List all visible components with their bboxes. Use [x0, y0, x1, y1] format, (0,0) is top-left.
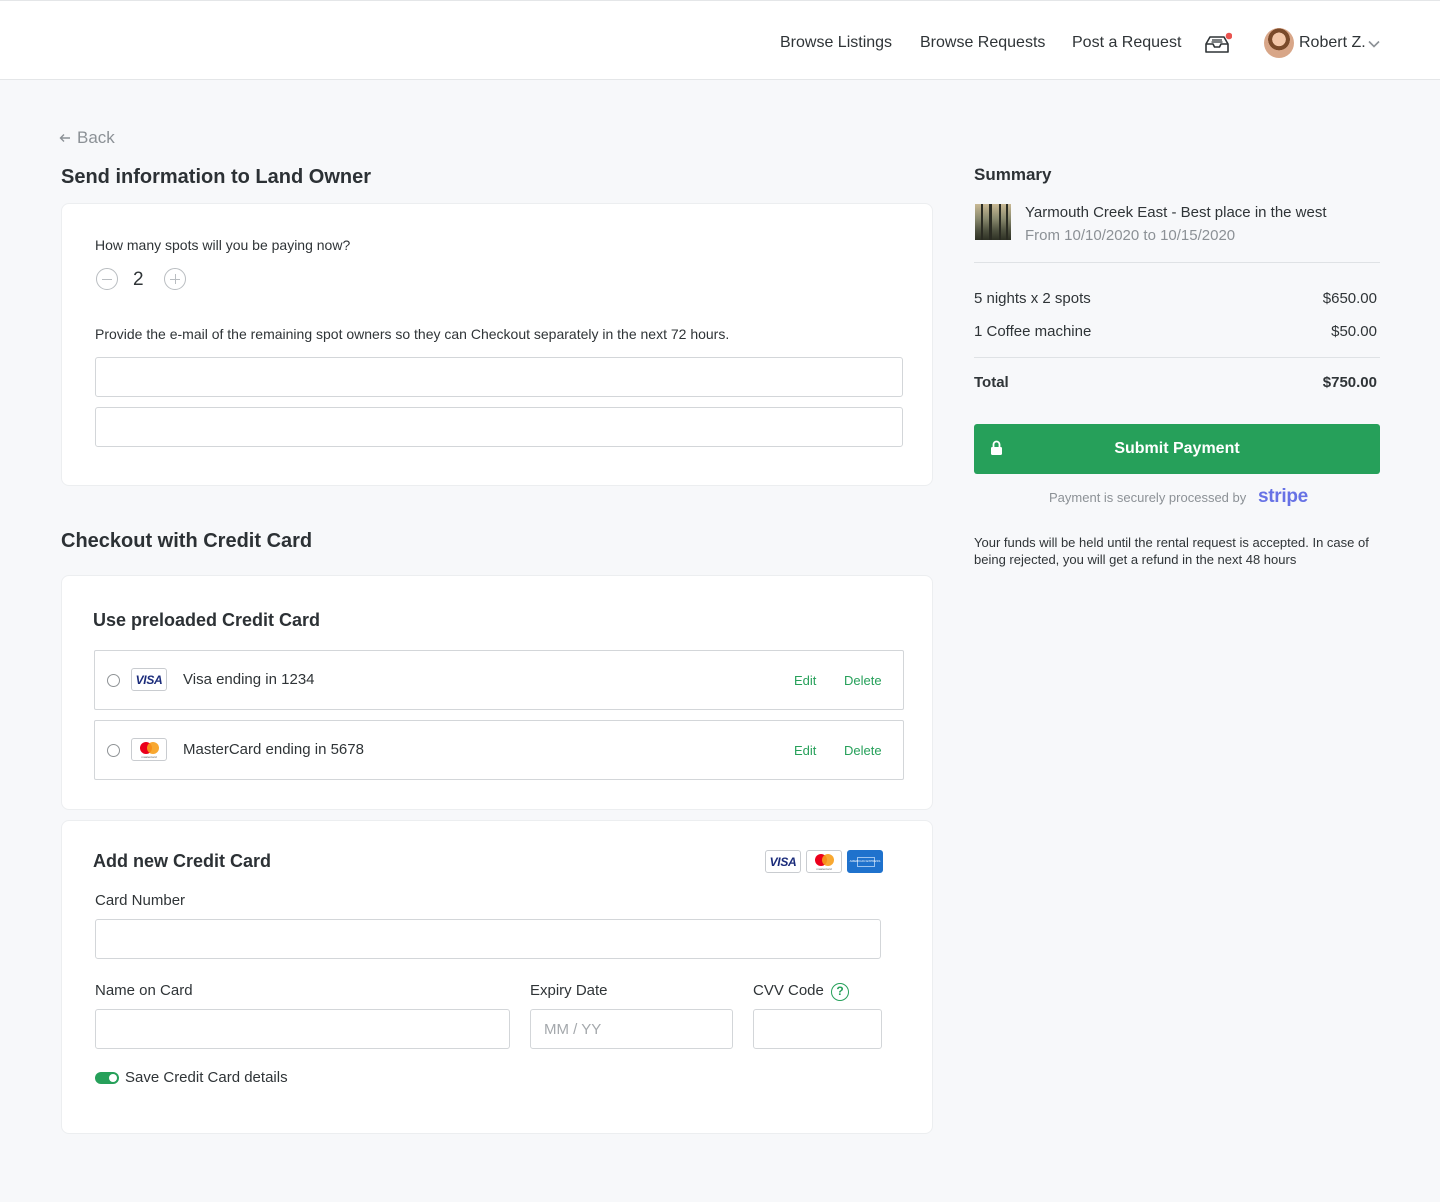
line-item-label: 1 Coffee machine: [974, 323, 1092, 340]
back-label: Back: [77, 128, 115, 147]
saved-card-row[interactable]: VISA Visa ending in 1234 Edit Delete: [94, 650, 904, 710]
delete-card-button[interactable]: Delete: [844, 673, 882, 688]
emails-prompt: Provide the e-mail of the remaining spot…: [95, 326, 730, 342]
add-card-card: Add new Credit Card VISA mastercard AMER…: [61, 820, 933, 1134]
name-on-card-input[interactable]: [95, 1009, 510, 1049]
listing-name: Yarmouth Creek East - Best place in the …: [1025, 204, 1327, 221]
notification-dot: [1225, 32, 1232, 40]
refund-note: Your funds will be held until the rental…: [974, 535, 1369, 567]
save-card-label: Save Credit Card details: [125, 1069, 288, 1086]
email-field-1[interactable]: [95, 357, 903, 397]
inbox-icon[interactable]: [1204, 32, 1232, 56]
avatar[interactable]: [1264, 28, 1294, 58]
line-item-label: 5 nights x 2 spots: [974, 290, 1091, 307]
spots-value: 2: [133, 269, 144, 290]
send-info-card: How many spots will you be paying now? 2…: [61, 203, 933, 486]
divider: [974, 262, 1380, 263]
mastercard-logo: mastercard: [131, 738, 167, 761]
nav-browse-listings[interactable]: Browse Listings: [780, 34, 892, 52]
visa-logo: VISA: [131, 668, 167, 691]
saved-card-row[interactable]: mastercard MasterCard ending in 5678 Edi…: [94, 720, 904, 780]
delete-card-button[interactable]: Delete: [844, 743, 882, 758]
summary-title: Summary: [974, 165, 1052, 184]
edit-card-button[interactable]: Edit: [794, 673, 816, 688]
expiry-label: Expiry Date: [530, 982, 608, 999]
edit-card-button[interactable]: Edit: [794, 743, 816, 758]
submit-payment-button[interactable]: Submit Payment: [974, 424, 1380, 474]
checkout-title: Checkout with Credit Card: [61, 530, 313, 552]
line-item-amount: $50.00: [1331, 323, 1377, 340]
back-link[interactable]: Back: [59, 128, 115, 148]
mastercard-logo: mastercard: [806, 850, 842, 873]
email-field-2[interactable]: [95, 407, 903, 447]
preloaded-cards-card: Use preloaded Credit Card VISA Visa endi…: [61, 575, 933, 810]
card-radio[interactable]: [107, 744, 120, 757]
preloaded-title: Use preloaded Credit Card: [93, 610, 321, 630]
card-number-label: Card Number: [95, 892, 186, 909]
spots-question: How many spots will you be paying now?: [95, 237, 351, 253]
nav-browse-requests[interactable]: Browse Requests: [920, 34, 1045, 52]
save-card-toggle[interactable]: [95, 1072, 119, 1084]
card-name: Visa ending in 1234: [183, 671, 315, 688]
listing-thumbnail: [975, 204, 1011, 240]
submit-payment-label: Submit Payment: [1114, 440, 1240, 457]
chevron-down-icon[interactable]: [1367, 37, 1381, 51]
card-name: MasterCard ending in 5678: [183, 741, 364, 758]
expiry-input[interactable]: [530, 1009, 733, 1049]
cvv-input[interactable]: [753, 1009, 882, 1049]
help-icon[interactable]: ?: [831, 983, 849, 1001]
nav-post-request[interactable]: Post a Request: [1072, 34, 1181, 52]
increment-spots-button[interactable]: [164, 268, 186, 290]
user-name[interactable]: Robert Z.: [1299, 34, 1366, 52]
divider: [974, 357, 1380, 358]
line-item-amount: $650.00: [1322, 290, 1377, 307]
visa-logo: VISA: [765, 850, 801, 873]
arrow-left-icon: [59, 134, 70, 142]
cvv-label: CVV Code: [753, 982, 824, 999]
secure-text: Payment is securely processed by: [1049, 490, 1247, 505]
name-on-card-label: Name on Card: [95, 982, 193, 999]
listing-dates: From 10/10/2020 to 10/15/2020: [1025, 227, 1236, 244]
add-card-title: Add new Credit Card: [93, 851, 272, 871]
amex-logo: AMERICAN EXPRESS: [847, 850, 883, 873]
top-navigation-bar: Browse Listings Browse Requests Post a R…: [0, 0, 1440, 80]
total-label: Total: [974, 374, 1009, 391]
card-radio[interactable]: [107, 674, 120, 687]
card-number-input[interactable]: [95, 919, 881, 959]
stripe-logo: stripe: [1258, 486, 1308, 507]
send-info-title: Send information to Land Owner: [61, 166, 371, 188]
decrement-spots-button[interactable]: [96, 268, 118, 290]
total-amount: $750.00: [1322, 374, 1377, 391]
